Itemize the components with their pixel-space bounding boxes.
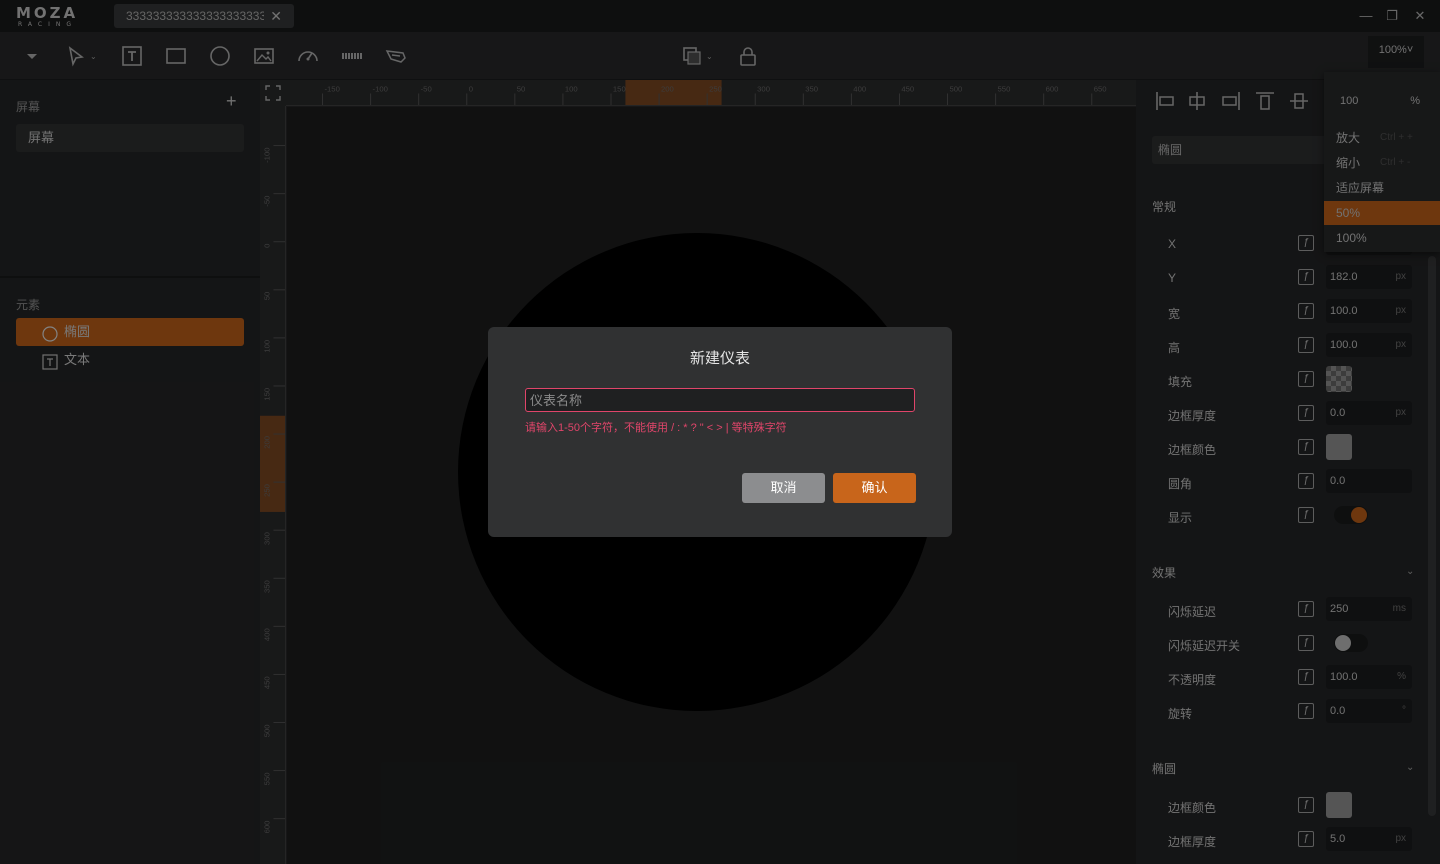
cancel-button[interactable]: 取消 (742, 473, 825, 503)
new-gauge-dialog: 新建仪表 请输入1-50个字符，不能使用 / : * ? " < > | 等特殊… (488, 327, 952, 537)
confirm-button[interactable]: 确认 (833, 473, 916, 503)
gauge-name-input[interactable] (525, 388, 915, 412)
app-window: MOZA RACING 3333333333333333333333333 ✕ … (0, 0, 1440, 864)
validation-error: 请输入1-50个字符，不能使用 / : * ? " < > | 等特殊字符 (525, 422, 787, 434)
dialog-title: 新建仪表 (689, 350, 750, 367)
